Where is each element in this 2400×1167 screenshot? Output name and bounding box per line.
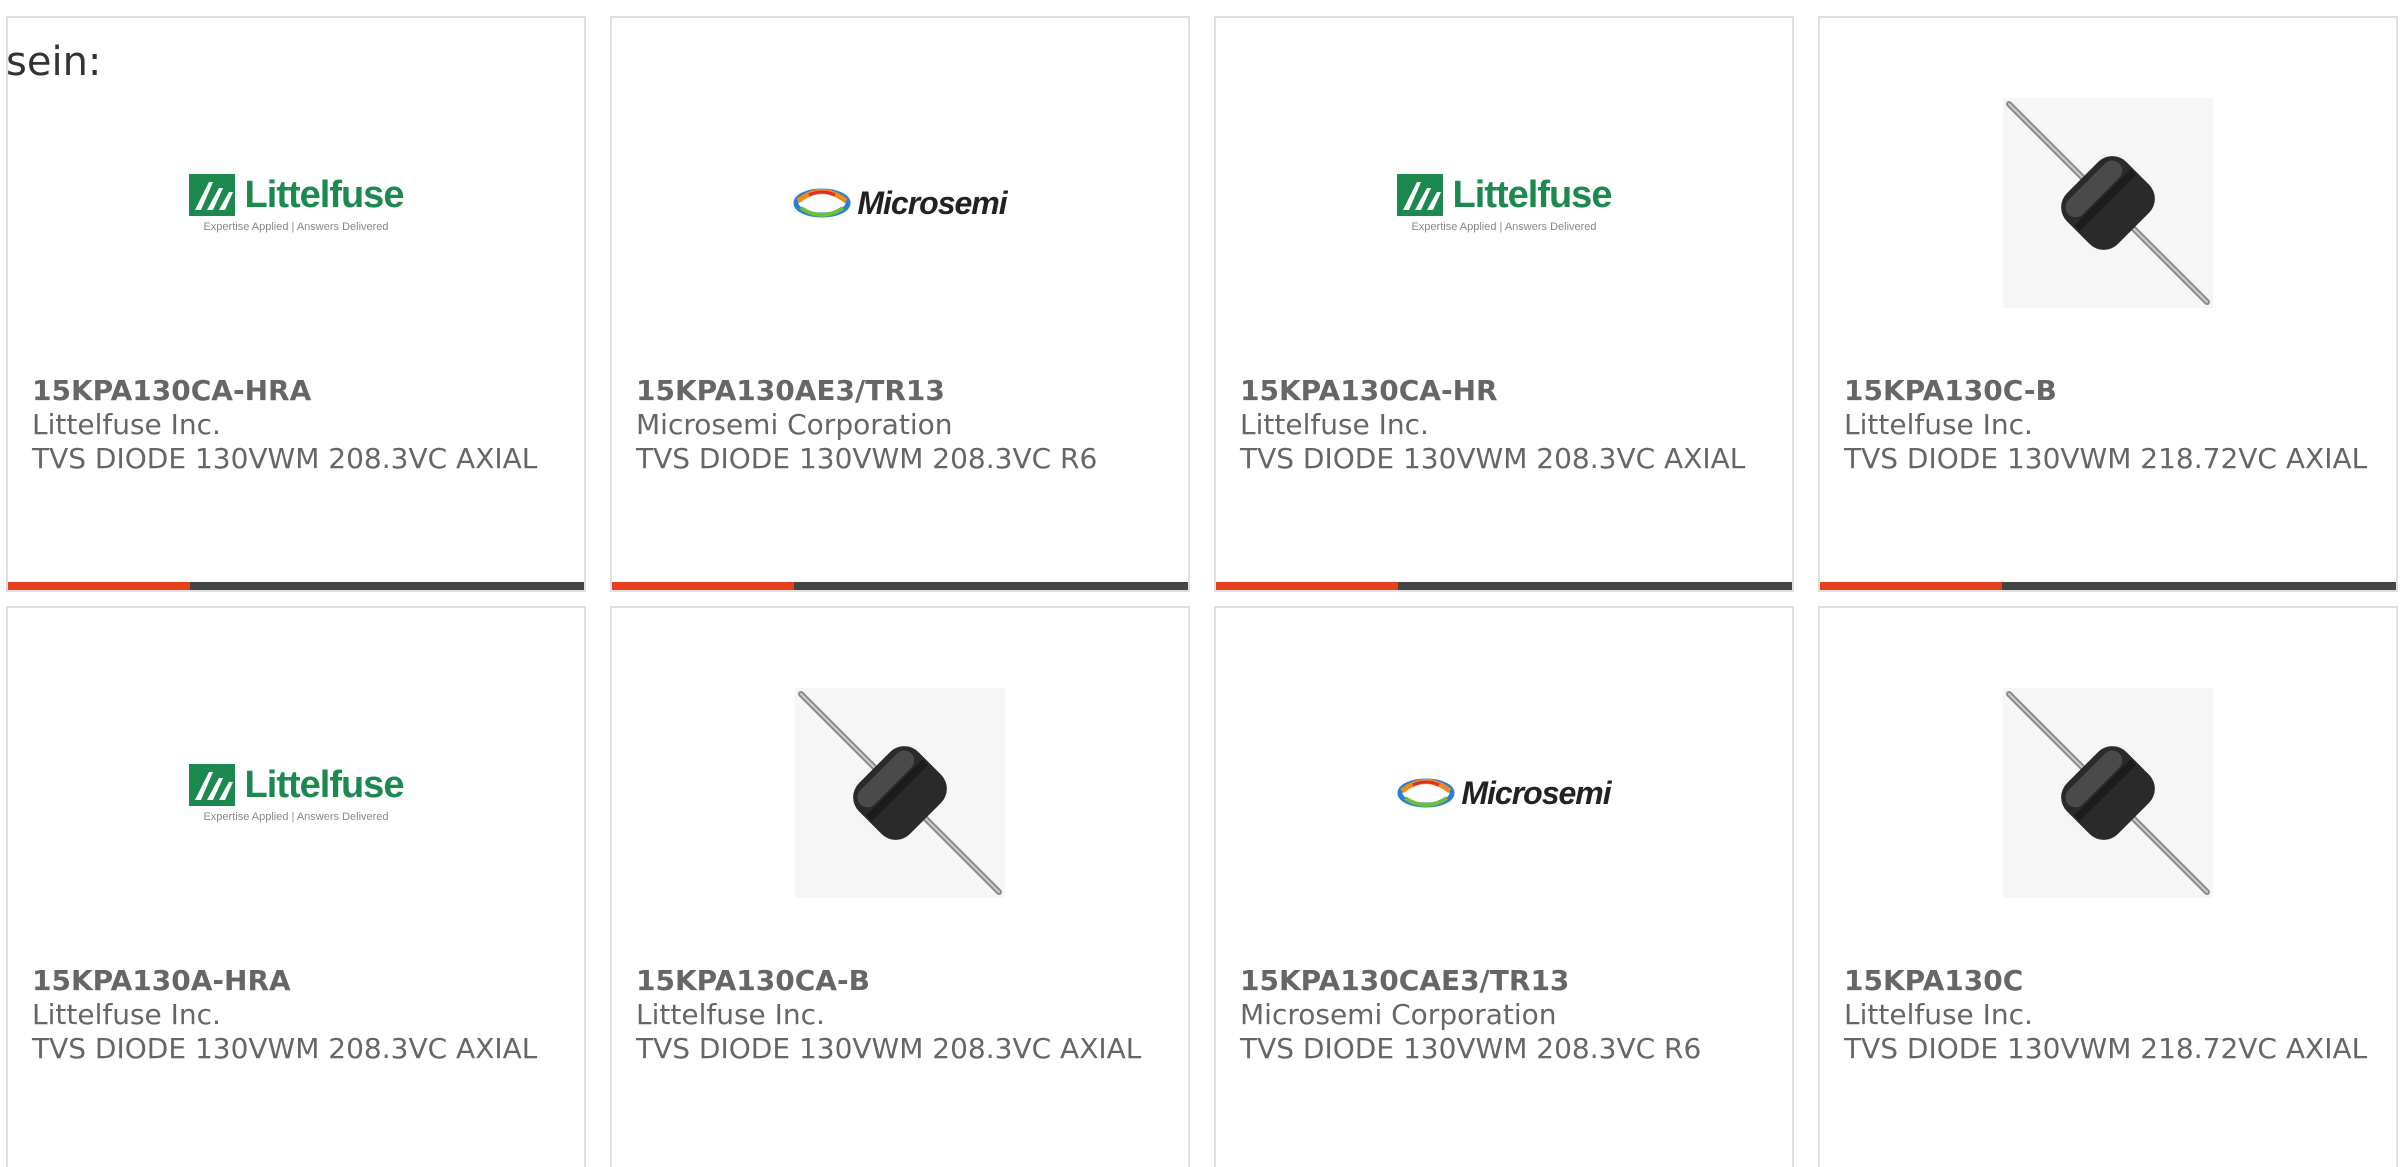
microsemi-wordmark: Microsemi	[857, 184, 1007, 221]
littelfuse-tagline: Expertise Applied | Answers Delivered	[203, 810, 389, 823]
microsemi-swirl-icon	[1397, 778, 1455, 808]
card-footer-accent	[1216, 582, 1398, 590]
card-footer-bar	[1820, 582, 2396, 590]
microsemi-swirl-icon	[793, 188, 851, 218]
product-info: 15KPA130A-HRA Littelfuse Inc. TVS DIODE 13…	[32, 964, 564, 1066]
product-description: TVS DIODE 130VWM 208.3VC R6	[636, 442, 1098, 475]
product-image[interactable]: Microsemi	[1216, 668, 1792, 918]
product-image[interactable]	[1820, 78, 2396, 328]
part-number-link[interactable]: 15KPA130CAE3/TR13	[1240, 964, 1772, 998]
part-number-link[interactable]: 15KPA130A-HRA	[32, 964, 564, 998]
card-footer-accent	[612, 582, 794, 590]
part-number-link[interactable]: 15KPA130CA-B	[636, 964, 1168, 998]
card-footer-bar	[612, 582, 1188, 590]
part-number-link[interactable]: 15KPA130C-B	[1844, 374, 2376, 408]
product-image[interactable]: Littelfuse Expertise Applied | Answers D…	[8, 78, 584, 328]
manufacturer-name: Littelfuse Inc.	[636, 998, 825, 1031]
product-info: 15KPA130CA-HR Littelfuse Inc. TVS DIODE 13…	[1240, 374, 1772, 476]
part-number-link[interactable]: 15KPA130CA-HRA	[32, 374, 564, 408]
product-card[interactable]: Microsemi 15KPA130CAE3/TR13 Microsemi Cor…	[1214, 606, 1794, 1167]
product-grid-page: sein: Littelfuse Expertise Applied | Ans…	[0, 0, 2400, 1167]
diode-photo	[795, 688, 1005, 898]
part-number-link[interactable]: 15KPA130AE3/TR13	[636, 374, 1168, 408]
product-card[interactable]: Littelfuse Expertise Applied | Answers D…	[6, 16, 586, 592]
product-info: 15KPA130C Littelfuse Inc. TVS DIODE 130VWM…	[1844, 964, 2376, 1066]
product-image[interactable]: Microsemi	[612, 78, 1188, 328]
product-description: TVS DIODE 130VWM 218.72VC AXIAL	[1844, 1032, 2368, 1065]
product-description: TVS DIODE 130VWM 218.72VC AXIAL	[1844, 442, 2368, 475]
part-number-link[interactable]: 15KPA130CA-HR	[1240, 374, 1772, 408]
product-image[interactable]	[1820, 668, 2396, 918]
littelfuse-mark-icon	[188, 764, 235, 806]
product-description: TVS DIODE 130VWM 208.3VC AXIAL	[636, 1032, 1142, 1065]
littelfuse-mark-icon	[1396, 174, 1443, 216]
microsemi-wordmark: Microsemi	[1461, 774, 1611, 811]
littelfuse-tagline: Expertise Applied | Answers Delivered	[1411, 220, 1597, 233]
product-card[interactable]: Microsemi 15KPA130AE3/TR13 Microsemi Corp…	[610, 16, 1190, 592]
manufacturer-name: Littelfuse Inc.	[1240, 408, 1429, 441]
manufacturer-name: Littelfuse Inc.	[1844, 998, 2033, 1031]
littelfuse-logo: Littelfuse Expertise Applied | Answers D…	[1396, 173, 1613, 233]
product-info: 15KPA130AE3/TR13 Microsemi Corporation TVS…	[636, 374, 1168, 476]
microsemi-logo: Microsemi	[793, 184, 1008, 222]
littelfuse-tagline: Expertise Applied | Answers Delivered	[203, 220, 389, 233]
littelfuse-mark-icon	[188, 174, 235, 216]
littelfuse-logo: Littelfuse Expertise Applied | Answers D…	[188, 763, 405, 823]
product-info: 15KPA130CA-HRA Littelfuse Inc. TVS DIODE 1…	[32, 374, 564, 476]
part-number-link[interactable]: 15KPA130C	[1844, 964, 2376, 998]
product-card[interactable]: Littelfuse Expertise Applied | Answers D…	[6, 606, 586, 1167]
manufacturer-name: Microsemi Corporation	[636, 408, 953, 441]
product-description: TVS DIODE 130VWM 208.3VC R6	[1240, 1032, 1702, 1065]
product-image[interactable]: Littelfuse Expertise Applied | Answers D…	[1216, 78, 1792, 328]
product-description: TVS DIODE 130VWM 208.3VC AXIAL	[1240, 442, 1746, 475]
littelfuse-logo: Littelfuse Expertise Applied | Answers D…	[188, 173, 405, 233]
manufacturer-name: Littelfuse Inc.	[32, 998, 221, 1031]
product-info: 15KPA130CAE3/TR13 Microsemi Corporation TV…	[1240, 964, 1772, 1066]
diode-photo	[2003, 688, 2213, 898]
product-image[interactable]	[612, 668, 1188, 918]
manufacturer-name: Littelfuse Inc.	[1844, 408, 2033, 441]
manufacturer-name: Littelfuse Inc.	[32, 408, 221, 441]
product-card[interactable]: Littelfuse Expertise Applied | Answers D…	[1214, 16, 1794, 592]
product-description: TVS DIODE 130VWM 208.3VC AXIAL	[32, 442, 538, 475]
littelfuse-wordmark: Littelfuse	[1452, 173, 1613, 216]
product-description: TVS DIODE 130VWM 208.3VC AXIAL	[32, 1032, 538, 1065]
intro-text: sein:	[6, 39, 102, 85]
diode-photo	[2003, 98, 2213, 308]
product-info: 15KPA130CA-B Littelfuse Inc. TVS DIODE 130…	[636, 964, 1168, 1066]
littelfuse-wordmark: Littelfuse	[244, 173, 405, 216]
product-card[interactable]: 15KPA130C-B Littelfuse Inc. TVS DIODE 130V…	[1818, 16, 2398, 592]
product-card[interactable]: 15KPA130CA-B Littelfuse Inc. TVS DIODE 130…	[610, 606, 1190, 1167]
card-footer-accent	[8, 582, 190, 590]
product-image[interactable]: Littelfuse Expertise Applied | Answers D…	[8, 668, 584, 918]
manufacturer-name: Microsemi Corporation	[1240, 998, 1557, 1031]
card-footer-bar	[1216, 582, 1792, 590]
microsemi-logo: Microsemi	[1397, 774, 1612, 812]
card-footer-accent	[1820, 582, 2002, 590]
product-info: 15KPA130C-B Littelfuse Inc. TVS DIODE 130V…	[1844, 374, 2376, 476]
card-footer-bar	[8, 582, 584, 590]
product-card[interactable]: 15KPA130C Littelfuse Inc. TVS DIODE 130VWM…	[1818, 606, 2398, 1167]
littelfuse-wordmark: Littelfuse	[244, 763, 405, 806]
